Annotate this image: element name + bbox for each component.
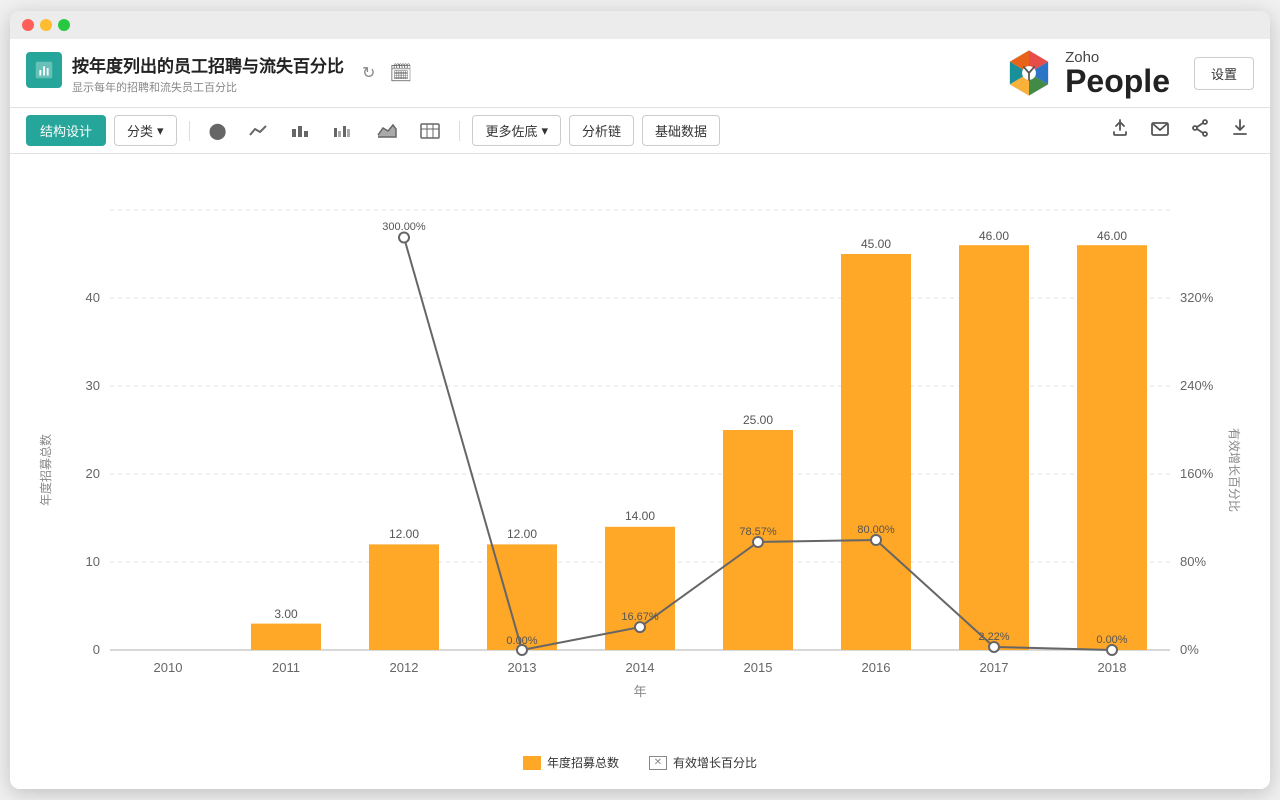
- svg-text:年度招募总数: 年度招募总数: [38, 434, 53, 506]
- close-dot[interactable]: [22, 19, 34, 31]
- svg-text:320%: 320%: [1180, 290, 1214, 305]
- separator1: [189, 121, 190, 141]
- design-button[interactable]: 结构设计: [26, 115, 106, 146]
- table-chart-btn[interactable]: [413, 118, 447, 144]
- svg-text:年: 年: [633, 684, 646, 699]
- bar-chart-btn[interactable]: [283, 118, 317, 144]
- svg-text:45.00: 45.00: [861, 237, 891, 251]
- svg-text:25.00: 25.00: [743, 413, 773, 427]
- header-left: 按年度列出的员工招聘与流失百分比 显示每年的招聘和流失员工百分比 ↻ 🗓: [26, 52, 1003, 95]
- svg-text:10: 10: [86, 554, 100, 569]
- svg-text:14.00: 14.00: [625, 509, 655, 523]
- bar-2011: [251, 624, 321, 650]
- svg-text:2012: 2012: [390, 660, 419, 675]
- settings-button[interactable]: 设置: [1194, 57, 1254, 90]
- raw-data-button[interactable]: 基础数据: [642, 115, 720, 146]
- legend-line: 有效增长百分比: [649, 754, 757, 771]
- line-chart-btn[interactable]: [241, 118, 275, 144]
- point-2016: [871, 535, 881, 545]
- grouped-bar-btn[interactable]: [325, 118, 361, 144]
- pie-chart-btn[interactable]: ⬤: [202, 116, 234, 146]
- svg-text:46.00: 46.00: [1097, 229, 1127, 243]
- main-chart-svg: 0 10 20 30 40 0% 80% 160% 240% 320% 年度招募…: [30, 170, 1250, 750]
- toolbar-right: [1106, 114, 1254, 147]
- calendar-icon[interactable]: 🗓: [389, 63, 412, 84]
- svg-text:160%: 160%: [1180, 466, 1214, 481]
- sort-button[interactable]: 分类 ▾: [114, 115, 177, 146]
- svg-text:0%: 0%: [1180, 642, 1199, 657]
- svg-text:2018: 2018: [1098, 660, 1127, 675]
- logo-text: Zoho People: [1065, 50, 1170, 97]
- header: 按年度列出的员工招聘与流失百分比 显示每年的招聘和流失员工百分比 ↻ 🗓: [10, 39, 1270, 108]
- svg-text:0.00%: 0.00%: [1096, 634, 1127, 646]
- maximize-dot[interactable]: [58, 19, 70, 31]
- chart-area: 0 10 20 30 40 0% 80% 160% 240% 320% 年度招募…: [30, 170, 1250, 750]
- point-2012: [399, 233, 409, 243]
- minimize-dot[interactable]: [40, 19, 52, 31]
- svg-text:2013: 2013: [508, 660, 537, 675]
- svg-text:2.22%: 2.22%: [978, 631, 1009, 643]
- svg-text:240%: 240%: [1180, 378, 1214, 393]
- svg-text:有效增长百分比: 有效增长百分比: [1227, 428, 1242, 512]
- svg-text:46.00: 46.00: [979, 229, 1009, 243]
- share-icon[interactable]: [1186, 114, 1214, 147]
- point-2014: [635, 622, 645, 632]
- export-icon[interactable]: [1106, 114, 1134, 147]
- download-icon[interactable]: [1226, 114, 1254, 147]
- svg-text:2017: 2017: [980, 660, 1009, 675]
- more-options-button[interactable]: 更多佐底 ▾: [472, 115, 561, 146]
- app-window: 按年度列出的员工招聘与流失百分比 显示每年的招聘和流失员工百分比 ↻ 🗓: [10, 11, 1270, 789]
- svg-text:12.00: 12.00: [507, 527, 537, 541]
- zoho-logo-icon: [1003, 47, 1055, 99]
- bar-2018: [1077, 245, 1147, 650]
- point-2017: [989, 642, 999, 652]
- svg-text:2010: 2010: [154, 660, 183, 675]
- chart-legend: 年度招募总数 有效增长百分比: [30, 754, 1250, 771]
- bar-2017: [959, 245, 1029, 650]
- subtitle: 显示每年的招聘和流失员工百分比: [72, 79, 344, 95]
- refresh-icon[interactable]: ↻: [362, 63, 375, 83]
- svg-text:0: 0: [93, 642, 100, 657]
- toolbar: 结构设计 分类 ▾ ⬤ 更多佐底 ▾ 分析链 基础数据: [10, 108, 1270, 154]
- logo-area: Zoho People: [1003, 47, 1170, 99]
- area-chart-btn[interactable]: [369, 118, 405, 144]
- svg-text:80.00%: 80.00%: [857, 524, 895, 536]
- bar-2016: [841, 254, 911, 650]
- svg-text:2014: 2014: [626, 660, 655, 675]
- svg-text:2015: 2015: [744, 660, 773, 675]
- svg-text:40: 40: [86, 290, 100, 305]
- main-title: 按年度列出的员工招聘与流失百分比: [72, 52, 344, 77]
- mail-icon[interactable]: [1146, 114, 1174, 147]
- svg-text:300.00%: 300.00%: [382, 221, 426, 233]
- svg-text:30: 30: [86, 378, 100, 393]
- report-icon: [26, 52, 62, 88]
- header-titles: 按年度列出的员工招聘与流失百分比 显示每年的招聘和流失员工百分比: [72, 52, 344, 95]
- svg-text:16.67%: 16.67%: [621, 611, 659, 623]
- legend-bar-box: [523, 756, 541, 770]
- legend-line-label: 有效增长百分比: [673, 754, 757, 771]
- chart-container: 0 10 20 30 40 0% 80% 160% 240% 320% 年度招募…: [10, 154, 1270, 789]
- svg-text:78.57%: 78.57%: [739, 526, 777, 538]
- svg-text:3.00: 3.00: [274, 607, 298, 621]
- titlebar: [10, 11, 1270, 39]
- people-label: People: [1065, 65, 1170, 97]
- svg-text:20: 20: [86, 466, 100, 481]
- separator2: [459, 121, 460, 141]
- svg-text:80%: 80%: [1180, 554, 1206, 569]
- legend-bar: 年度招募总数: [523, 754, 619, 771]
- legend-line-box: [649, 756, 667, 770]
- bar-2012: [369, 544, 439, 650]
- legend-bar-label: 年度招募总数: [547, 754, 619, 771]
- svg-text:2011: 2011: [272, 660, 300, 675]
- share-button[interactable]: 分析链: [569, 115, 634, 146]
- svg-text:2016: 2016: [862, 660, 891, 675]
- point-2015: [753, 537, 763, 547]
- svg-text:0.00%: 0.00%: [506, 635, 537, 647]
- svg-text:12.00: 12.00: [389, 527, 419, 541]
- point-2018: [1107, 645, 1117, 655]
